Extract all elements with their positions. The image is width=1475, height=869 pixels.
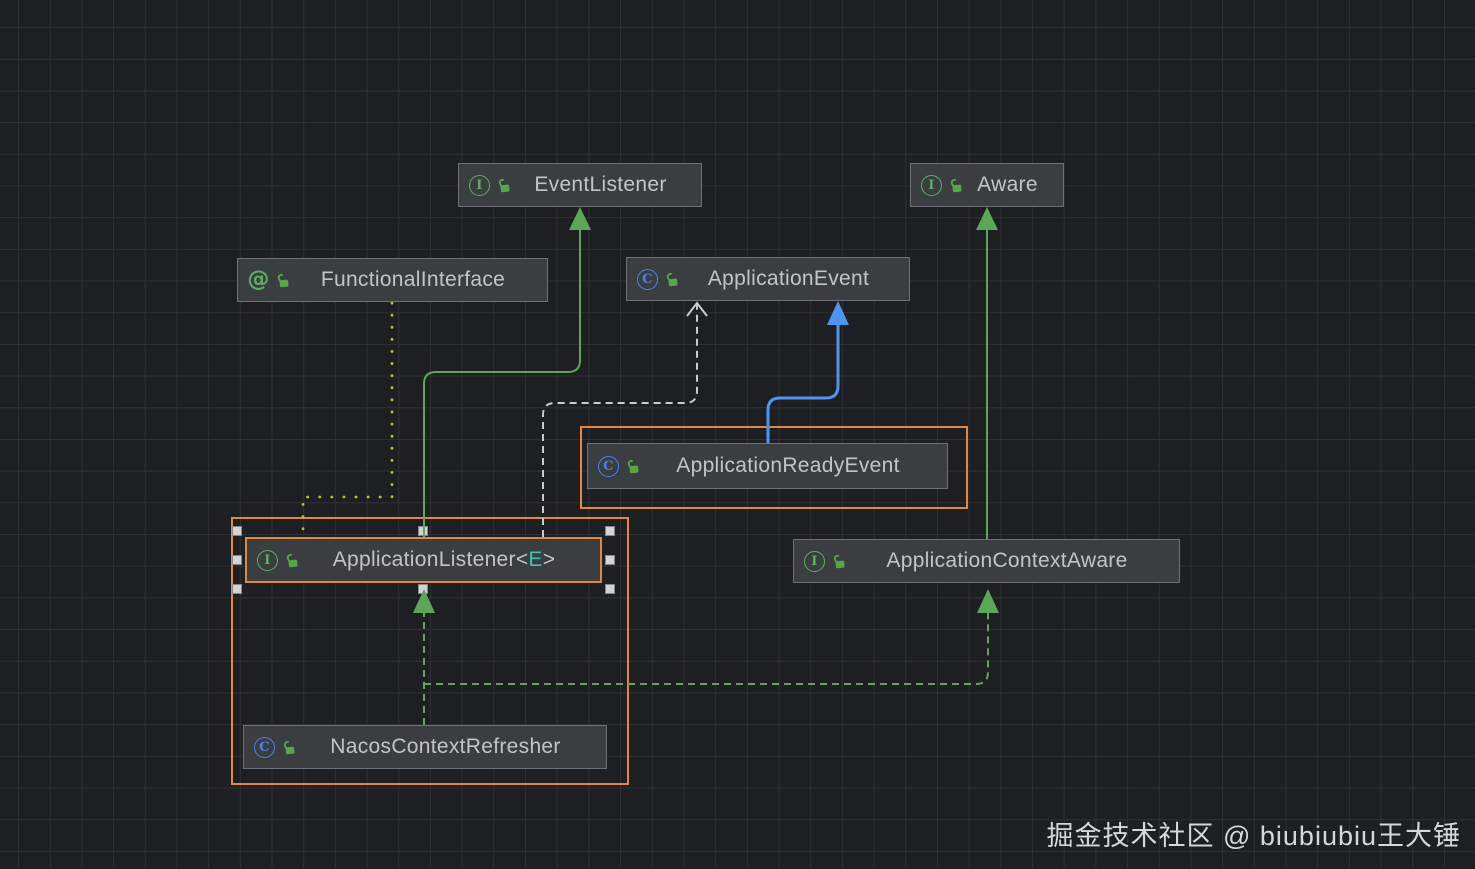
diagram-canvas[interactable]: I EventListener I Aware @ FunctionalInte… xyxy=(0,0,1475,869)
node-label: NacosContextRefresher xyxy=(330,735,561,758)
class-icon: C xyxy=(637,268,658,290)
selection-handle-mid-left[interactable] xyxy=(232,555,242,565)
interface-icon: I xyxy=(257,549,278,571)
interface-icon: I xyxy=(469,174,490,196)
open-lock-icon xyxy=(625,458,640,474)
interface-icon: I xyxy=(804,550,825,572)
edge-functionalinterface-annotates-applicationlistener[interactable] xyxy=(301,301,394,536)
edge-applicationreadyevent-extends-applicationevent[interactable] xyxy=(766,301,849,443)
node-aware[interactable]: I Aware xyxy=(910,163,1064,207)
type-parameter: E xyxy=(528,548,543,571)
node-label: Aware xyxy=(977,173,1038,196)
open-lock-icon xyxy=(831,553,846,569)
selection-handle-bottom-right[interactable] xyxy=(605,584,615,594)
selection-handle-bottom-left[interactable] xyxy=(232,584,242,594)
open-lock-icon xyxy=(284,552,299,568)
node-application-context-aware[interactable]: I ApplicationContextAware xyxy=(793,539,1180,583)
node-nacos-context-refresher[interactable]: C NacosContextRefresher xyxy=(243,725,607,769)
class-icon: C xyxy=(598,455,619,477)
node-application-listener[interactable]: I ApplicationListener<E> xyxy=(245,537,602,583)
node-label: ApplicationListener<E> xyxy=(306,548,588,572)
selection-handle-bottom-center[interactable] xyxy=(418,584,428,594)
class-icon: C xyxy=(254,736,275,758)
node-application-ready-event[interactable]: C ApplicationReadyEvent xyxy=(587,443,948,489)
open-lock-icon xyxy=(281,739,296,755)
selection-handle-mid-right[interactable] xyxy=(605,555,615,565)
selection-handle-top-center[interactable] xyxy=(418,526,428,536)
node-event-listener[interactable]: I EventListener xyxy=(458,163,702,207)
node-label: EventListener xyxy=(534,173,667,196)
node-label: ApplicationEvent xyxy=(707,267,870,290)
edge-applicationlistener-extends-eventlistener[interactable] xyxy=(423,207,591,537)
selection-handle-top-right[interactable] xyxy=(605,526,615,536)
open-lock-icon xyxy=(948,177,963,193)
interface-icon: I xyxy=(921,174,942,196)
node-application-event[interactable]: C ApplicationEvent xyxy=(626,257,910,301)
selection-handle-top-left[interactable] xyxy=(232,526,242,536)
annotation-icon: @ xyxy=(247,267,270,292)
open-lock-icon xyxy=(664,271,679,287)
open-lock-icon xyxy=(275,272,290,288)
edge-applicationcontextaware-extends-aware[interactable] xyxy=(976,207,998,539)
node-label: ApplicationContextAware xyxy=(886,549,1128,572)
node-functional-interface[interactable]: @ FunctionalInterface xyxy=(237,258,548,302)
node-label: FunctionalInterface xyxy=(320,268,506,291)
watermark-text: 掘金技术社区 @ biubiubiu王大锤 xyxy=(1046,821,1461,851)
node-label: ApplicationReadyEvent xyxy=(676,454,900,477)
node-label-post: > xyxy=(542,548,556,571)
node-label-pre: ApplicationListener< xyxy=(332,548,529,571)
open-lock-icon xyxy=(496,177,511,193)
